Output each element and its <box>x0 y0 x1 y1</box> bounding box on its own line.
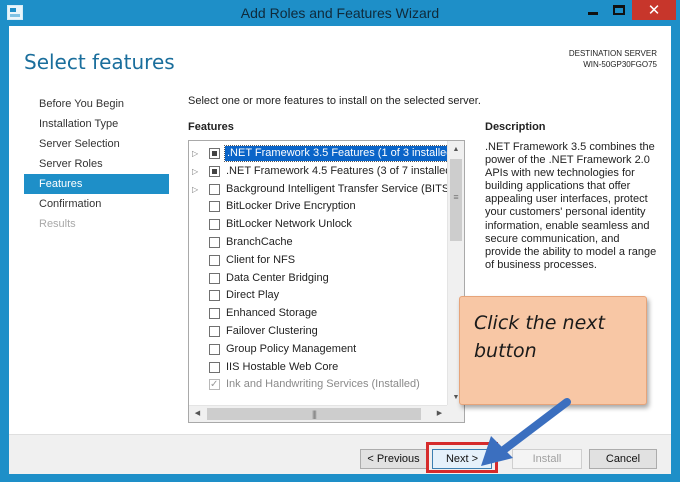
feature-label: Ink and Handwriting Services (Installed) <box>226 378 420 391</box>
feature-row[interactable]: Direct Play <box>189 287 449 305</box>
close-button[interactable]: ✕ <box>632 0 676 20</box>
wizard-steps-nav: Before You Begin Installation Type Server … <box>24 94 169 234</box>
features-rows: ▷ .NET Framework 3.5 Features (1 of 3 ins… <box>189 145 460 394</box>
feature-label: Data Center Bridging <box>226 271 329 284</box>
feature-row[interactable]: BitLocker Drive Encryption <box>189 198 449 216</box>
features-heading: Features <box>188 121 234 133</box>
nav-item-confirmation[interactable]: Confirmation <box>24 194 169 214</box>
feature-checkbox[interactable] <box>209 343 220 355</box>
feature-row[interactable]: ▷ .NET Framework 4.5 Features (3 of 7 ins… <box>189 163 455 181</box>
annotation-arrow-icon <box>481 398 571 466</box>
feature-checkbox <box>209 376 220 394</box>
feature-checkbox[interactable] <box>209 201 220 213</box>
feature-checkbox[interactable] <box>209 272 220 284</box>
callout-line-1: Click the next <box>474 312 605 334</box>
feature-label: BitLocker Drive Encryption <box>226 200 356 213</box>
horizontal-scrollbar[interactable]: ◀ ||| ▶ <box>189 405 448 422</box>
nav-item-installation-type[interactable]: Installation Type <box>24 114 169 134</box>
grip-icon: ||| <box>311 409 317 419</box>
nav-item-server-roles[interactable]: Server Roles <box>24 154 169 174</box>
destination-label: DESTINATION SERVER <box>568 49 657 58</box>
nav-item-results: Results <box>39 218 76 230</box>
feature-row[interactable]: Failover Clustering <box>189 323 449 341</box>
feature-checkbox[interactable] <box>209 290 220 302</box>
maximize-button[interactable] <box>606 0 632 20</box>
window-title: Add Roles and Features Wizard <box>240 5 440 21</box>
feature-label: Client for NFS <box>226 253 296 266</box>
scroll-right-icon[interactable]: ▶ <box>431 406 448 422</box>
feature-label: BitLocker Network Unlock <box>226 218 352 231</box>
arrow-shaft <box>497 398 571 456</box>
feature-row[interactable]: ▷ .NET Framework 3.5 Features (1 of 3 ins… <box>189 145 460 163</box>
scroll-left-icon[interactable]: ◀ <box>189 406 206 422</box>
feature-label: .NET Framework 4.5 Features (3 of 7 inst… <box>226 164 456 177</box>
feature-checkbox[interactable] <box>209 254 220 266</box>
feature-row[interactable]: BitLocker Network Unlock <box>189 216 449 234</box>
callout-line-2: button <box>474 340 537 362</box>
feature-row[interactable]: Client for NFS <box>189 252 449 270</box>
features-list[interactable]: ▷ .NET Framework 3.5 Features (1 of 3 ins… <box>188 140 465 423</box>
feature-row[interactable]: IIS Hostable Web Core <box>189 359 449 377</box>
feature-label: Direct Play <box>226 289 280 302</box>
feature-checkbox[interactable] <box>209 183 220 195</box>
title-bar[interactable]: Add Roles and Features Wizard ✕ <box>0 0 680 26</box>
feature-row[interactable]: Data Center Bridging <box>189 270 449 288</box>
minimize-button[interactable] <box>580 0 606 20</box>
feature-row[interactable]: Enhanced Storage <box>189 305 449 323</box>
feature-label: Background Intelligent Transfer Service … <box>226 182 453 195</box>
previous-button[interactable]: < Previous <box>360 449 427 469</box>
nav-item-features[interactable]: Features <box>24 174 169 194</box>
feature-description: .NET Framework 3.5 combines the power of… <box>485 141 657 271</box>
feature-label: Group Policy Management <box>226 342 357 355</box>
page-title: Select features <box>24 50 175 74</box>
annotation-callout: Click the next button <box>459 296 647 405</box>
feature-checkbox[interactable] <box>209 219 220 231</box>
scrollbar-corner <box>447 405 464 422</box>
feature-checkbox[interactable] <box>209 236 220 248</box>
vertical-scroll-thumb[interactable]: ≡ <box>450 159 462 241</box>
wizard-window: Add Roles and Features Wizard ✕ Select f… <box>0 0 680 482</box>
instruction-text: Select one or more features to install o… <box>188 95 481 107</box>
cancel-button[interactable]: Cancel <box>589 449 657 469</box>
minimize-icon <box>588 12 598 15</box>
feature-label: Enhanced Storage <box>226 307 318 320</box>
feature-row[interactable]: Group Policy Management <box>189 341 449 359</box>
expand-arrow-icon[interactable]: ▷ <box>192 181 200 199</box>
nav-item-server-selection[interactable]: Server Selection <box>24 134 169 154</box>
close-icon: ✕ <box>647 2 661 19</box>
feature-checkbox[interactable] <box>209 148 220 159</box>
maximize-icon <box>613 5 625 15</box>
wizard-client-area: Select features DESTINATION SERVER WIN-5… <box>9 26 671 474</box>
nav-item-before-you-begin[interactable]: Before You Begin <box>24 94 169 114</box>
feature-row[interactable]: BranchCache <box>189 234 449 252</box>
feature-label: .NET Framework 3.5 Features (1 of 3 inst… <box>223 145 460 162</box>
description-heading: Description <box>485 121 546 133</box>
expand-arrow-icon[interactable]: ▷ <box>192 145 200 163</box>
feature-label: Failover Clustering <box>226 324 318 337</box>
grip-icon: ≡ <box>453 192 459 202</box>
feature-checkbox[interactable] <box>209 325 220 337</box>
feature-label: BranchCache <box>226 235 293 248</box>
destination-server-info: DESTINATION SERVER WIN-50GP30FGO75 <box>569 48 657 70</box>
feature-row[interactable]: Ink and Handwriting Services (Installed) <box>189 376 449 394</box>
window-controls: ✕ <box>580 0 676 22</box>
feature-label: IIS Hostable Web Core <box>226 360 339 373</box>
feature-checkbox[interactable] <box>209 165 220 177</box>
destination-server-name: WIN-50GP30FGO75 <box>583 60 657 69</box>
expand-arrow-icon[interactable]: ▷ <box>192 163 200 181</box>
feature-checkbox[interactable] <box>209 361 220 373</box>
feature-checkbox[interactable] <box>209 308 220 320</box>
feature-row[interactable]: ▷ Background Intelligent Transfer Service… <box>189 181 453 199</box>
scroll-up-icon[interactable]: ▲ <box>448 141 464 158</box>
horizontal-scroll-thumb[interactable]: ||| <box>207 408 421 420</box>
